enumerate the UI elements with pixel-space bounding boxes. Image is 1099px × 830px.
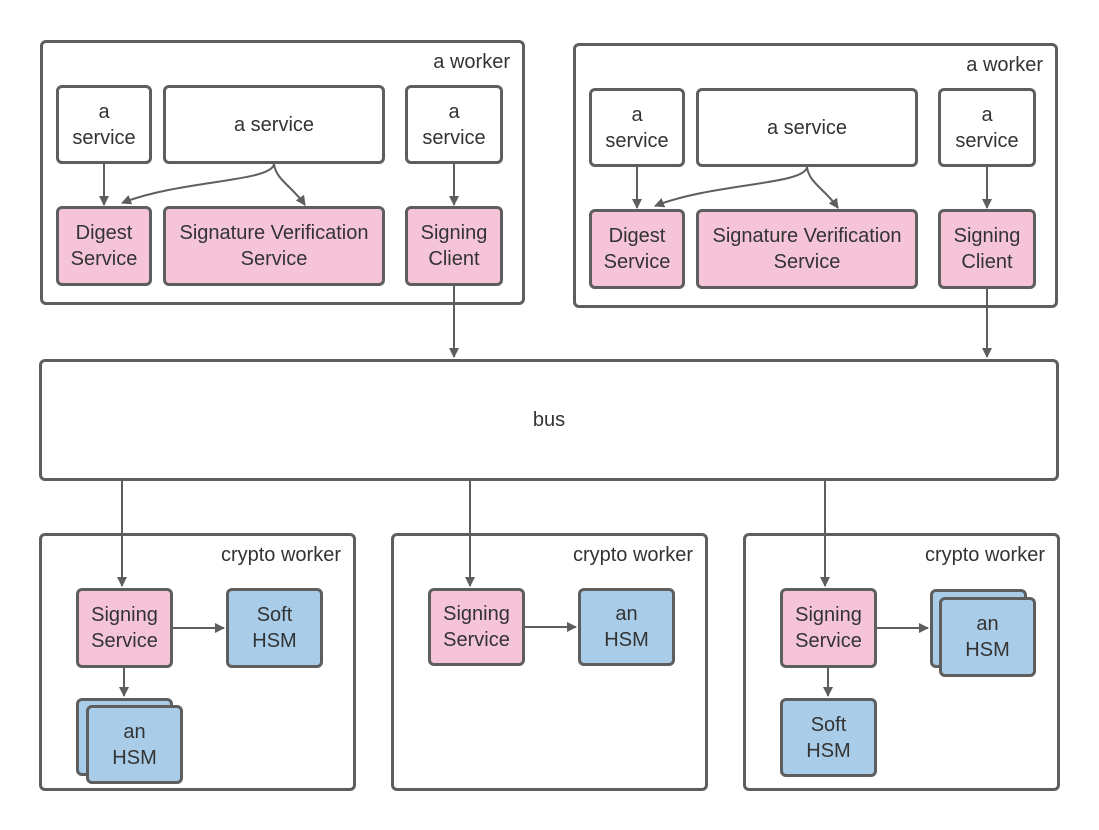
arrow bbox=[273, 163, 306, 206]
arrow bbox=[654, 166, 808, 208]
arrow bbox=[806, 166, 839, 209]
arrow bbox=[121, 163, 275, 205]
arrows bbox=[99, 163, 992, 697]
